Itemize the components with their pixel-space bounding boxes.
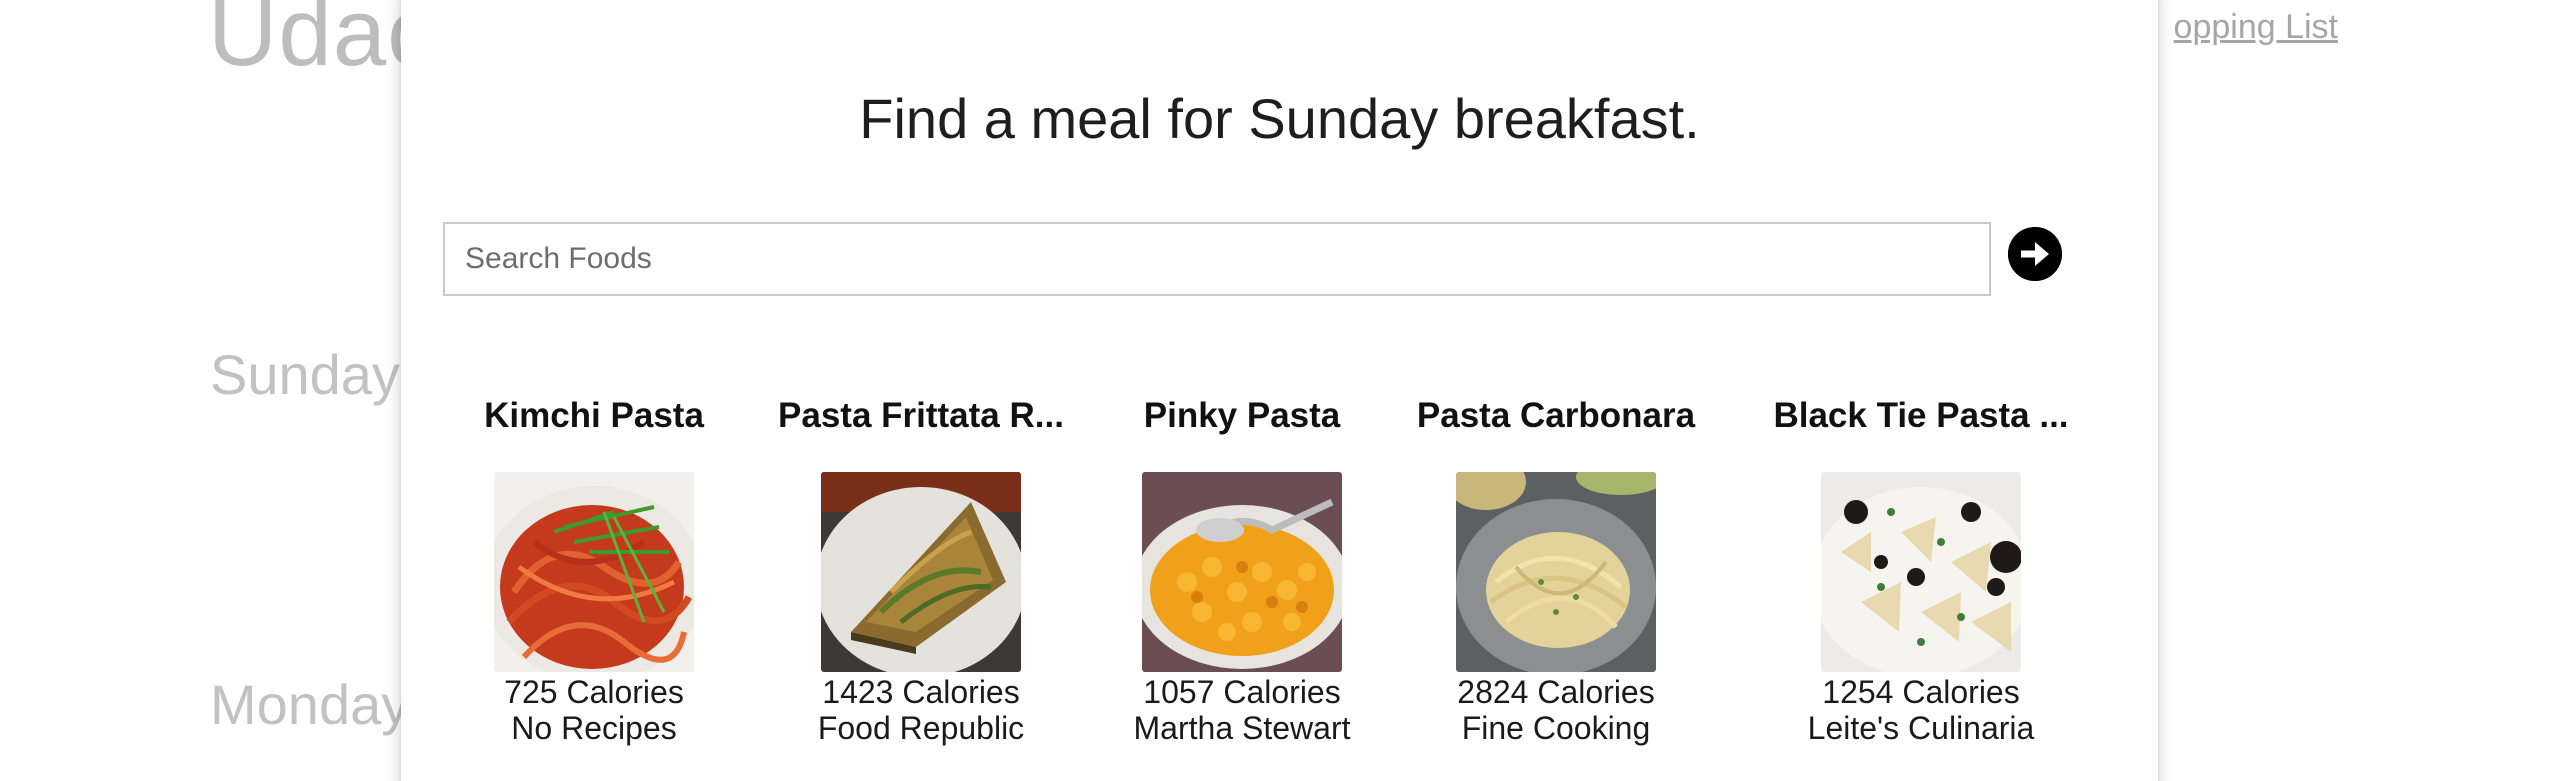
search-foods-input[interactable]: [443, 222, 1991, 296]
food-photo: [1142, 472, 1342, 672]
day-heading-sunday: Sunday: [210, 343, 400, 406]
food-calories: 1057 Calories: [1143, 674, 1341, 710]
food-calories: 1254 Calories: [1822, 674, 2020, 710]
food-name: Pasta Frittata R...: [778, 396, 1064, 435]
pasta-frittata-slice-photo: [821, 472, 1021, 672]
app-viewport: Udac opping List Sunday Monday Find a me…: [0, 0, 2560, 781]
food-source: No Recipes: [511, 710, 677, 746]
food-result-card[interactable]: Kimchi Pasta 725 Calories No Recipes: [466, 390, 722, 746]
food-result-card[interactable]: Pasta Frittata R... 1423 Calories Food R…: [751, 390, 1091, 746]
arrow-right-circle-icon: [2008, 227, 2062, 281]
food-photo: [494, 472, 694, 672]
day-heading-monday: Monday: [210, 673, 410, 736]
food-result-card[interactable]: Pinky Pasta 1057 Calories Martha Stewart: [1113, 390, 1371, 746]
macaroni-bowl-photo: [1142, 472, 1342, 672]
shopping-list-link[interactable]: opping List: [2174, 8, 2338, 47]
food-name: Kimchi Pasta: [484, 396, 704, 435]
food-photo: [1456, 472, 1656, 672]
food-result-card[interactable]: Black Tie Pasta ... 1254 Calories Leite'…: [1742, 390, 2100, 746]
food-calories: 2824 Calories: [1457, 674, 1655, 710]
food-source: Food Republic: [817, 710, 1025, 746]
food-name: Pasta Carbonara: [1416, 396, 1696, 435]
food-name: Pinky Pasta: [1143, 396, 1341, 435]
search-submit-button[interactable]: [2008, 227, 2062, 281]
modal-title: Find a meal for Sunday breakfast.: [859, 87, 1700, 150]
red-spaghetti-with-scallions-photo: [494, 472, 694, 672]
spaghetti-carbonara-plate-photo: [1456, 472, 1656, 672]
food-source: Martha Stewart: [1133, 710, 1351, 746]
farfalle-cream-pasta-photo: [1821, 472, 2021, 672]
food-calories: 1423 Calories: [822, 674, 1020, 710]
food-source: Leite's Culinaria: [1807, 710, 2035, 746]
food-name: Black Tie Pasta ...: [1773, 396, 2069, 435]
food-result-card[interactable]: Pasta Carbonara 2824 Calories Fine Cooki…: [1393, 390, 1719, 746]
food-source: Fine Cooking: [1461, 710, 1651, 746]
food-photo: [1821, 472, 2021, 672]
food-photo: [821, 472, 1021, 672]
food-calories: 725 Calories: [504, 674, 684, 710]
